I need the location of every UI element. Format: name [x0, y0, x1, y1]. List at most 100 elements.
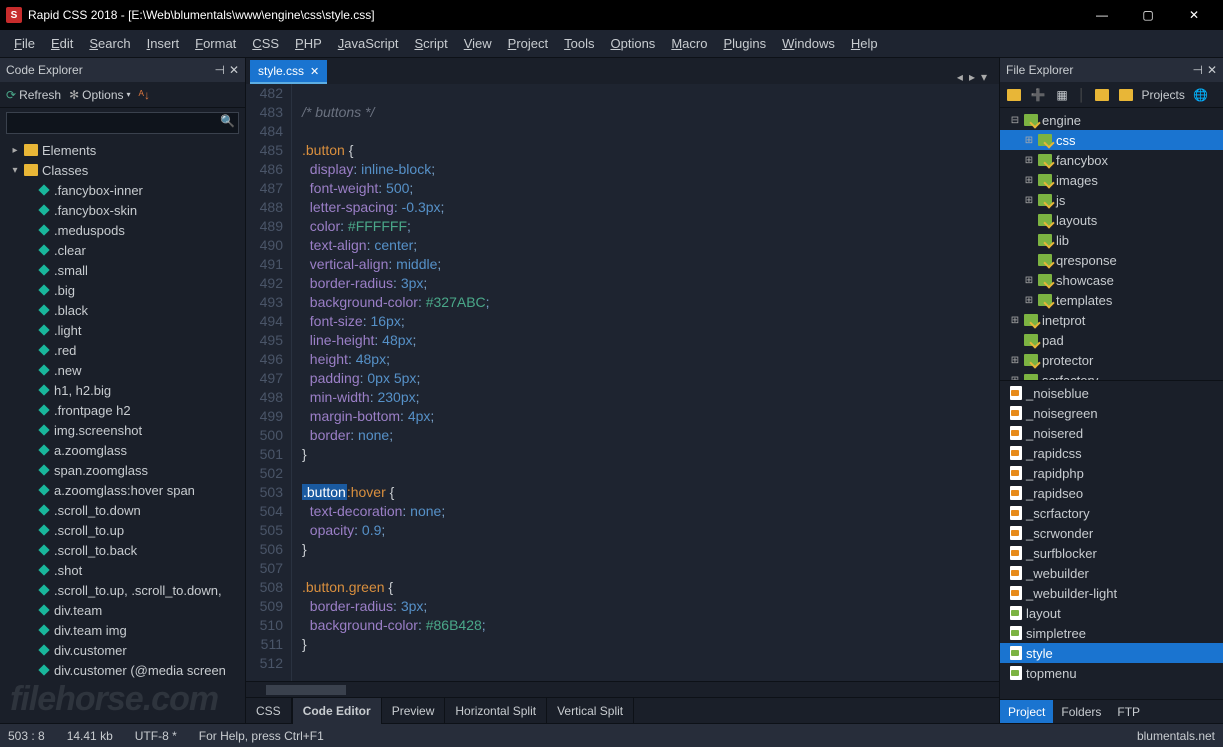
tree-row[interactable]: ⊞ scrfactory — [1000, 370, 1223, 380]
tree-row[interactable]: .meduspods — [0, 220, 245, 240]
tree-row[interactable]: topmenu — [1000, 663, 1223, 683]
menu-javascript[interactable]: JavaScript — [332, 34, 405, 53]
tree-row[interactable]: pad — [1000, 330, 1223, 350]
menu-project[interactable]: Project — [502, 34, 554, 53]
tree-row[interactable]: a.zoomglass — [0, 440, 245, 460]
fe-tab-folders[interactable]: Folders — [1053, 700, 1109, 723]
pin-icon[interactable]: ⊣ — [214, 63, 224, 77]
search-input[interactable] — [6, 112, 239, 134]
menu-edit[interactable]: Edit — [45, 34, 79, 53]
tree-row[interactable]: .scroll_to.back — [0, 540, 245, 560]
code-content[interactable]: /* buttons */ .button { display: inline-… — [292, 84, 999, 681]
search-icon[interactable]: 🔍 — [220, 114, 235, 128]
menu-options[interactable]: Options — [604, 34, 661, 53]
tree-row[interactable]: div.team — [0, 600, 245, 620]
tree-row[interactable]: ⊞ css — [1000, 130, 1223, 150]
horizontal-scrollbar[interactable] — [246, 681, 999, 697]
menu-php[interactable]: PHP — [289, 34, 328, 53]
minimize-button[interactable]: — — [1079, 0, 1125, 30]
view-tab-horizontal-split[interactable]: Horizontal Split — [445, 698, 547, 724]
tree-row[interactable]: ⊞ js — [1000, 190, 1223, 210]
tree-row[interactable]: ⊟ engine — [1000, 110, 1223, 130]
tree-row[interactable]: _noiseblue — [1000, 383, 1223, 403]
tree-row[interactable]: ⊞ showcase — [1000, 270, 1223, 290]
tree-row[interactable]: _webuilder — [1000, 563, 1223, 583]
tree-row[interactable]: .red — [0, 340, 245, 360]
tree-row[interactable]: span.zoomglass — [0, 460, 245, 480]
folder-tree-icon[interactable] — [1118, 87, 1134, 103]
tree-row[interactable]: ⊞ fancybox — [1000, 150, 1223, 170]
tree-row[interactable]: ⊞ protector — [1000, 350, 1223, 370]
code-editor[interactable]: 482 483 484 485 486 487 488 489 490 491 … — [246, 84, 999, 681]
menu-tools[interactable]: Tools — [558, 34, 600, 53]
globe-icon[interactable]: 🌐 — [1193, 87, 1209, 103]
tree-row[interactable]: layouts — [1000, 210, 1223, 230]
view-tab-code-editor[interactable]: Code Editor — [293, 698, 382, 724]
file-list[interactable]: _noiseblue _noisegreen _noisered _rapidc… — [1000, 380, 1223, 699]
tree-row[interactable]: layout — [1000, 603, 1223, 623]
menu-format[interactable]: Format — [189, 34, 242, 53]
new-folder-icon[interactable] — [1006, 87, 1022, 103]
tree-row[interactable]: _webuilder-light — [1000, 583, 1223, 603]
fe-tab-project[interactable]: Project — [1000, 700, 1053, 723]
tree-row[interactable]: ⊞ inetprot — [1000, 310, 1223, 330]
tree-row[interactable]: .light — [0, 320, 245, 340]
lang-tab[interactable]: CSS — [246, 698, 293, 724]
open-folder-icon[interactable] — [1094, 87, 1110, 103]
tree-row[interactable]: .frontpage h2 — [0, 400, 245, 420]
add-icon[interactable]: ➕ — [1030, 87, 1046, 103]
tree-row[interactable]: style — [1000, 643, 1223, 663]
tree-row[interactable]: .scroll_to.up — [0, 520, 245, 540]
folder-tree[interactable]: ⊟ engine⊞ css⊞ fancybox⊞ images⊞ js layo… — [1000, 108, 1223, 380]
tab-menu-icon[interactable]: ▾ — [981, 70, 987, 84]
tree-row[interactable]: _scrfactory — [1000, 503, 1223, 523]
projects-link[interactable]: Projects — [1142, 88, 1185, 102]
tree-row[interactable]: lib — [1000, 230, 1223, 250]
tree-row[interactable]: img.screenshot — [0, 420, 245, 440]
tree-row[interactable]: ⊞ templates — [1000, 290, 1223, 310]
tree-row[interactable]: _rapidcss — [1000, 443, 1223, 463]
menu-view[interactable]: View — [458, 34, 498, 53]
menu-script[interactable]: Script — [408, 34, 453, 53]
tree-row[interactable]: qresponse — [1000, 250, 1223, 270]
file-tab[interactable]: style.css ✕ — [250, 60, 327, 84]
menu-help[interactable]: Help — [845, 34, 884, 53]
tree-row[interactable]: _scrwonder — [1000, 523, 1223, 543]
menu-search[interactable]: Search — [83, 34, 136, 53]
tree-row[interactable]: .fancybox-skin — [0, 200, 245, 220]
tree-row[interactable]: _noisegreen — [1000, 403, 1223, 423]
tree-row[interactable]: ⊞ images — [1000, 170, 1223, 190]
maximize-button[interactable]: ▢ — [1125, 0, 1171, 30]
tree-row[interactable]: h1, h2.big — [0, 380, 245, 400]
view-tab-vertical-split[interactable]: Vertical Split — [547, 698, 634, 724]
view-tab-preview[interactable]: Preview — [382, 698, 446, 724]
tree-row[interactable]: _surfblocker — [1000, 543, 1223, 563]
tree-row[interactable]: _rapidphp — [1000, 463, 1223, 483]
options-dropdown[interactable]: ✻ Options ▾ — [69, 88, 130, 102]
tab-next-icon[interactable]: ▸ — [969, 70, 975, 84]
tree-row[interactable]: a.zoomglass:hover span — [0, 480, 245, 500]
menu-file[interactable]: File — [8, 34, 41, 53]
tree-row[interactable]: .new — [0, 360, 245, 380]
panel-close-icon[interactable]: ✕ — [1207, 63, 1217, 77]
fe-tab-ftp[interactable]: FTP — [1109, 700, 1148, 723]
menu-insert[interactable]: Insert — [141, 34, 186, 53]
code-explorer-tree[interactable]: ▸ Elements▾ Classes .fancybox-inner .fan… — [0, 138, 245, 723]
tree-row[interactable]: .black — [0, 300, 245, 320]
tree-row[interactable]: ▸ Elements — [0, 140, 245, 160]
tree-row[interactable]: .shot — [0, 560, 245, 580]
refresh-button[interactable]: ⟳ Refresh — [6, 88, 61, 102]
menu-css[interactable]: CSS — [246, 34, 285, 53]
doc-icon[interactable]: ▦ — [1054, 87, 1070, 103]
tree-row[interactable]: div.customer — [0, 640, 245, 660]
tree-row[interactable]: .clear — [0, 240, 245, 260]
tree-row[interactable]: _noisered — [1000, 423, 1223, 443]
tab-close-icon[interactable]: ✕ — [310, 65, 319, 78]
tree-row[interactable]: .scroll_to.down — [0, 500, 245, 520]
tree-row[interactable]: .scroll_to.up, .scroll_to.down, — [0, 580, 245, 600]
tree-row[interactable]: simpletree — [1000, 623, 1223, 643]
tree-row[interactable]: div.customer (@media screen — [0, 660, 245, 680]
close-button[interactable]: ✕ — [1171, 0, 1217, 30]
menu-macro[interactable]: Macro — [665, 34, 713, 53]
tree-row[interactable]: .fancybox-inner — [0, 180, 245, 200]
